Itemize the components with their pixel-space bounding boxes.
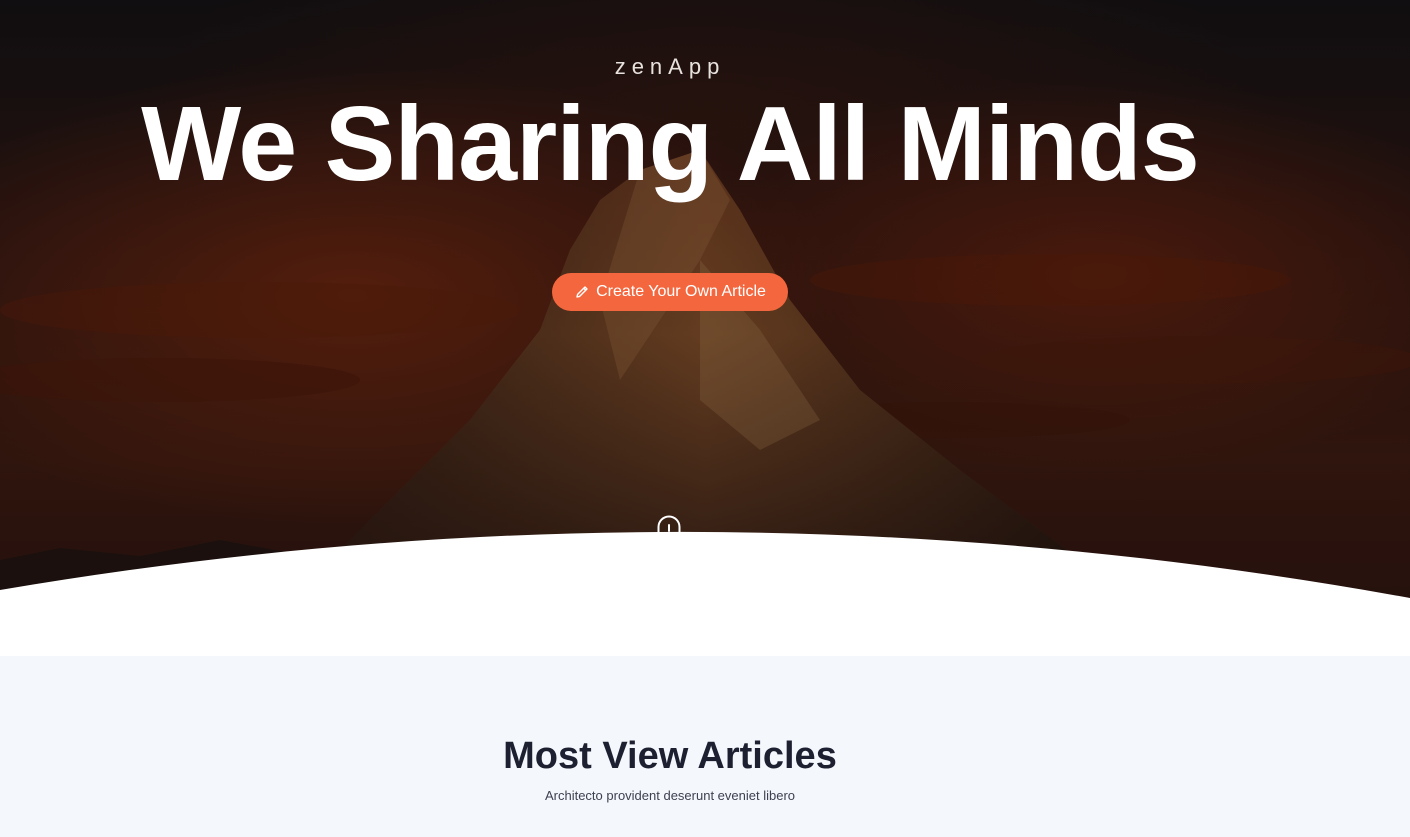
most-view-articles-section: Most View Articles Architecto provident …: [0, 656, 1410, 837]
landing-page: zenApp We Sharing All Minds Create Your …: [0, 0, 1410, 837]
hero-section: zenApp We Sharing All Minds Create Your …: [0, 0, 1410, 656]
brand-logo-text: zenApp: [614, 54, 726, 79]
section-subtitle: Architecto provident deserunt eveniet li…: [544, 788, 796, 803]
pencil-icon: [574, 284, 590, 300]
create-article-label: Create Your Own Article: [596, 283, 766, 300]
hero-title: We Sharing All Minds: [141, 85, 1200, 203]
create-article-button[interactable]: Create Your Own Article: [552, 273, 788, 311]
section-title: Most View Articles: [503, 735, 837, 777]
mouse-scroll-icon[interactable]: [657, 515, 681, 555]
